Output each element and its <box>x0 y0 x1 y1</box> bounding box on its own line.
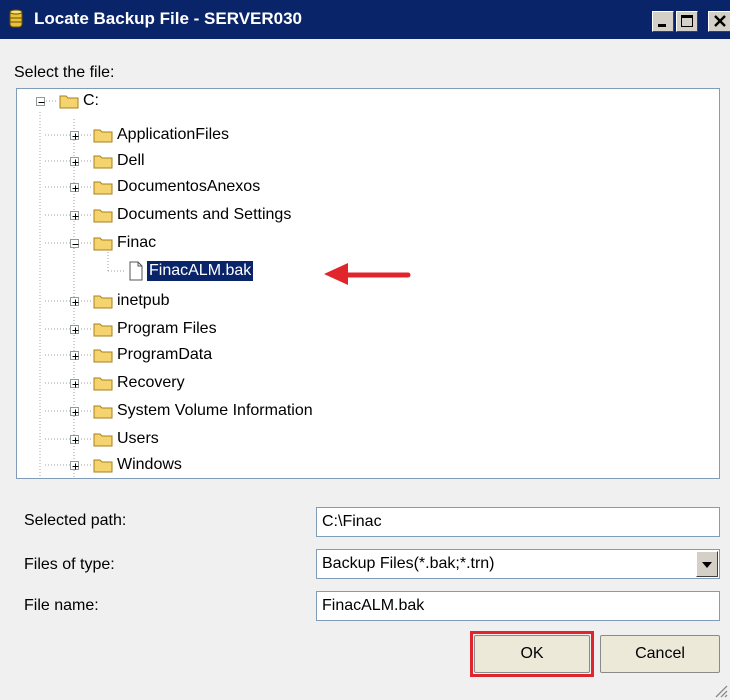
plus-icon <box>72 463 79 470</box>
minimize-button[interactable] <box>652 11 674 32</box>
tree-node[interactable]: Dell <box>115 151 147 171</box>
minus-icon <box>72 244 79 245</box>
cancel-button[interactable]: Cancel <box>600 635 720 673</box>
file-name-field[interactable]: FinacALM.bak <box>316 591 720 621</box>
folder-icon <box>93 155 113 169</box>
tree-node[interactable]: Users <box>115 429 161 449</box>
maximize-icon <box>681 15 693 27</box>
expand-toggle[interactable] <box>70 211 79 220</box>
minimize-icon <box>658 24 666 27</box>
expand-toggle[interactable] <box>70 183 79 192</box>
tree-node[interactable]: Program Files <box>115 319 219 339</box>
tree-node-root[interactable]: C: <box>81 91 101 111</box>
resize-grip-icon[interactable] <box>712 682 728 698</box>
expand-toggle[interactable] <box>70 351 79 360</box>
selected-path-field[interactable]: C:\Finac <box>316 507 720 537</box>
plus-icon <box>72 437 79 444</box>
close-icon <box>714 15 726 27</box>
plus-icon <box>72 213 79 220</box>
file-icon <box>129 261 143 281</box>
close-button[interactable] <box>708 11 730 32</box>
expand-toggle[interactable] <box>70 325 79 334</box>
tree-node-finac[interactable]: Finac <box>115 233 158 253</box>
tree-node[interactable]: Recovery <box>115 373 187 393</box>
tree-node[interactable]: System Volume Information <box>115 401 315 421</box>
plus-icon <box>72 159 79 166</box>
plus-icon <box>72 353 79 360</box>
annotation-highlight <box>470 631 594 677</box>
tree-node[interactable]: inetpub <box>115 291 172 311</box>
plus-icon <box>72 409 79 416</box>
expand-toggle[interactable] <box>70 461 79 470</box>
minus-icon <box>38 102 45 103</box>
expand-toggle[interactable] <box>70 131 79 140</box>
maximize-button[interactable] <box>676 11 698 32</box>
folder-icon <box>93 377 113 391</box>
annotation-arrow-icon <box>324 263 411 285</box>
select-file-label: Select the file: <box>14 64 115 81</box>
tree-node-selected-file[interactable]: FinacALM.bak <box>145 260 255 282</box>
plus-icon <box>72 381 79 388</box>
folder-icon <box>93 209 113 223</box>
expand-toggle[interactable] <box>70 379 79 388</box>
collapse-toggle[interactable] <box>36 97 45 106</box>
files-of-type-select[interactable]: Backup Files(*.bak;*.trn) <box>316 549 720 579</box>
folder-icon <box>93 323 113 337</box>
expand-toggle[interactable] <box>70 297 79 306</box>
folder-open-icon <box>93 237 113 251</box>
plus-icon <box>72 133 79 140</box>
collapse-toggle[interactable] <box>70 239 79 248</box>
folder-icon <box>93 181 113 195</box>
locate-backup-file-dialog: Locate Backup File - SERVER030 Select th… <box>0 0 730 700</box>
folder-icon <box>93 349 113 363</box>
files-of-type-value: Backup Files(*.bak;*.trn) <box>322 555 495 572</box>
tree-node[interactable]: ProgramData <box>115 345 214 365</box>
files-of-type-label: Files of type: <box>24 556 115 573</box>
expand-toggle[interactable] <box>70 407 79 416</box>
tree-node[interactable]: ApplicationFiles <box>115 125 231 145</box>
plus-icon <box>72 327 79 334</box>
tree-node[interactable]: DocumentosAnexos <box>115 177 262 197</box>
folder-icon <box>93 405 113 419</box>
selected-path-label: Selected path: <box>24 512 127 529</box>
plus-icon <box>72 185 79 192</box>
folder-icon <box>59 95 79 109</box>
file-name-label: File name: <box>24 597 99 614</box>
tree-node[interactable]: Documents and Settings <box>115 205 293 225</box>
expand-toggle[interactable] <box>70 157 79 166</box>
tree-node[interactable]: Windows <box>115 455 184 475</box>
window-title: Locate Backup File - SERVER030 <box>34 9 303 28</box>
dropdown-button[interactable] <box>696 551 718 577</box>
folder-icon <box>93 459 113 473</box>
folder-icon <box>93 295 113 309</box>
expand-toggle[interactable] <box>70 435 79 444</box>
folder-icon <box>93 129 113 143</box>
plus-icon <box>72 299 79 306</box>
chevron-down-icon <box>702 562 712 568</box>
title-bar[interactable]: Locate Backup File - SERVER030 <box>0 0 730 39</box>
folder-icon <box>93 433 113 447</box>
database-icon <box>9 9 23 28</box>
